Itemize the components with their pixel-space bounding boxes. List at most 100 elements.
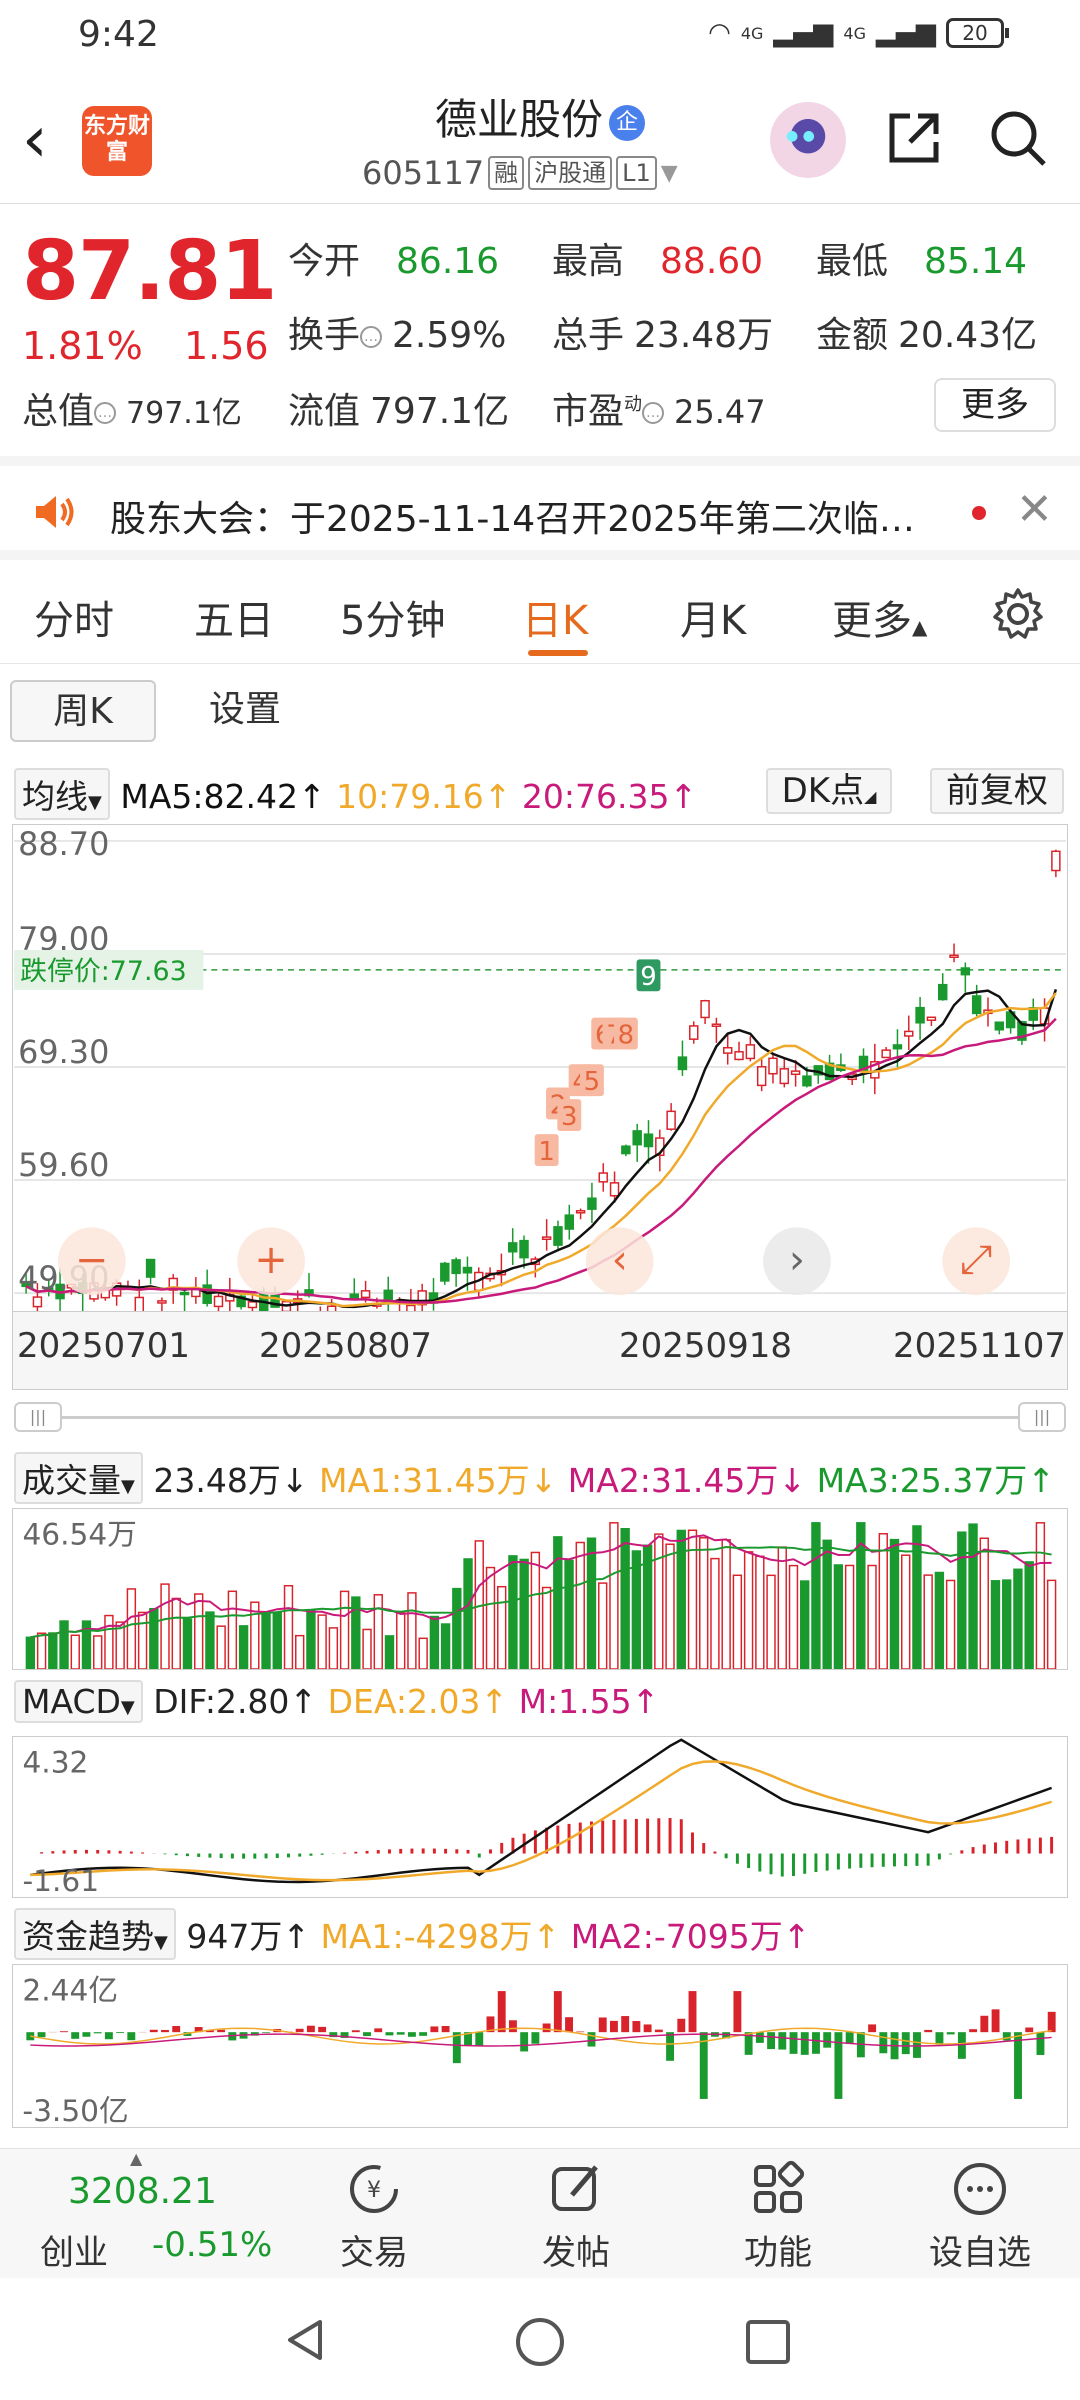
announcement-bar[interactable]: 股东大会：于2025-11-14召开2025年第二次临… ✕ (0, 456, 1080, 560)
fund-indicator-select[interactable]: 资金趋势▼ (14, 1908, 176, 1960)
index-percent: -0.51% (152, 2225, 273, 2265)
fund-ma2: MA2:-7095万↑ (570, 1917, 811, 1956)
adjust-button[interactable]: 前复权 (930, 768, 1064, 814)
tab-more[interactable]: 更多▲ (832, 588, 927, 646)
fund-bar (823, 2032, 832, 2048)
candle-body (892, 1044, 903, 1050)
candle-body (722, 1046, 733, 1054)
volume-bar (923, 1574, 933, 1669)
add-watchlist-button[interactable]: 设自选 (920, 2159, 1040, 2274)
fund-trend-chart[interactable]: 2.44亿 -3.50亿 (12, 1964, 1068, 2128)
tab-intraday[interactable]: 分时 (34, 588, 114, 646)
fund-bar (318, 2026, 327, 2033)
tab-5min[interactable]: 5分钟 (340, 588, 445, 646)
candle-body (360, 1290, 371, 1299)
tab-monthly-k[interactable]: 月K (680, 588, 746, 646)
close-icon[interactable]: ✕ (1016, 484, 1053, 535)
volume-bar (497, 1585, 507, 1669)
pan-left-icon[interactable]: ‹ (585, 1227, 654, 1296)
indicator-select[interactable]: 均线▼ (14, 768, 110, 820)
volume-bar (575, 1541, 585, 1669)
change-percent: 1.81% (22, 324, 143, 368)
zoom-out-icon[interactable]: − (57, 1227, 126, 1296)
fund-bar (508, 2020, 517, 2033)
pan-right-icon[interactable]: › (763, 1227, 831, 1296)
signal-marker-label: 3 (561, 1102, 577, 1132)
function-button[interactable]: 功能 (718, 2159, 838, 2274)
more-quote-button[interactable]: 更多 (934, 378, 1056, 432)
candle-body (779, 1068, 790, 1085)
gear-icon[interactable] (990, 586, 1046, 642)
macd-chart[interactable]: 4.32 -1.61 (12, 1736, 1068, 1898)
candle-body (734, 1051, 744, 1061)
announcement-text[interactable]: 股东大会：于2025-11-14召开2025年第二次临… (110, 490, 960, 542)
stock-subtitle[interactable]: 605117 融 沪股通 L1 ▼ (362, 154, 678, 192)
assistant-robot-icon[interactable] (770, 102, 846, 178)
macd-indicator-select[interactable]: MACD▼ (14, 1680, 143, 1723)
info-icon[interactable]: … (360, 326, 383, 348)
volume-bar (463, 1558, 473, 1669)
info-icon[interactable]: … (94, 402, 117, 424)
volume-bar (620, 1528, 630, 1669)
volume-bar (755, 1555, 765, 1669)
ma10-value: 10:79.16↑ (336, 777, 512, 816)
tab-five-day[interactable]: 五日 (194, 588, 274, 646)
change-amount: 1.56 (184, 324, 269, 368)
candle-body (711, 1023, 722, 1027)
volume-bar (283, 1585, 294, 1669)
macd-legend: MACD▼ DIF:2.80↑ DEA:2.03↑ M:1.55↑ (14, 1680, 659, 1723)
volume-chart[interactable]: 46.54万 (12, 1508, 1068, 1670)
fund-bar (374, 2028, 383, 2033)
info-icon[interactable]: … (642, 402, 665, 424)
index-ticker[interactable]: ▲ 3208.21 创业 -0.51% (0, 2149, 280, 2279)
share-icon[interactable] (884, 108, 944, 168)
volume-bar (833, 1564, 844, 1669)
bottom-toolbar: ▲ 3208.21 创业 -0.51% ¥ 交易 发帖 功能 设自选 (0, 2148, 1080, 2278)
active-tab-indicator (528, 650, 588, 656)
candle-body (32, 1296, 43, 1308)
volume-indicator-select[interactable]: 成交量▼ (14, 1452, 143, 1504)
volume-bar (36, 1632, 47, 1669)
low-field: 最低 85.14 (816, 241, 1028, 282)
candle-body (926, 1016, 937, 1021)
volume-bar (788, 1564, 799, 1669)
candle-body (802, 1075, 812, 1087)
candle-body (677, 1056, 688, 1071)
tab-weekly-k[interactable]: 周K (10, 680, 156, 742)
network-label-1: 4G (740, 23, 764, 43)
fund-y-bottom: -3.50亿 (22, 2093, 128, 2128)
fund-bar (879, 2032, 888, 2054)
range-handle-left[interactable]: ||| (14, 1402, 62, 1432)
nav-back-icon[interactable] (282, 2316, 330, 2364)
candle-body (790, 1070, 801, 1076)
tab-daily-k[interactable]: 日K (522, 588, 588, 646)
fund-bar (677, 2018, 686, 2033)
fund-bar (430, 2026, 439, 2033)
float-cap-field: 流值 797.1亿 (288, 391, 510, 432)
volume-bar (137, 1611, 148, 1669)
zoom-in-icon[interactable]: + (237, 1227, 305, 1296)
fund-bar (755, 2032, 764, 2043)
volume-bar (328, 1627, 339, 1669)
fullscreen-icon[interactable]: ⤢ (942, 1227, 1011, 1296)
candle-body (937, 983, 948, 1001)
volume-bar (59, 1620, 69, 1669)
search-icon[interactable] (986, 106, 1050, 170)
caret-down-icon[interactable]: ▼ (661, 161, 678, 186)
nav-recents-icon[interactable] (744, 2318, 792, 2366)
fund-bar (407, 2032, 416, 2037)
range-handle-right[interactable]: ||| (1018, 1402, 1066, 1432)
candlestick-chart[interactable]: 123456789 88.7079.0069.3059.6049.90跌停价:7… (12, 824, 1068, 1312)
settings-link[interactable]: 设置 (190, 680, 300, 742)
volume-bar (261, 1613, 271, 1669)
volume-bar (339, 1590, 350, 1669)
post-button[interactable]: 发帖 (516, 2159, 636, 2274)
nav-home-icon[interactable] (514, 2316, 566, 2368)
dk-point-button[interactable]: DK点◢ (766, 768, 892, 814)
fund-bar (542, 2023, 551, 2033)
trade-button[interactable]: ¥ 交易 (314, 2159, 434, 2274)
range-slider[interactable]: ||| ||| (14, 1402, 1066, 1432)
volume-bar (384, 1635, 395, 1669)
candle-body (666, 1110, 676, 1130)
candle-body (700, 1000, 710, 1019)
